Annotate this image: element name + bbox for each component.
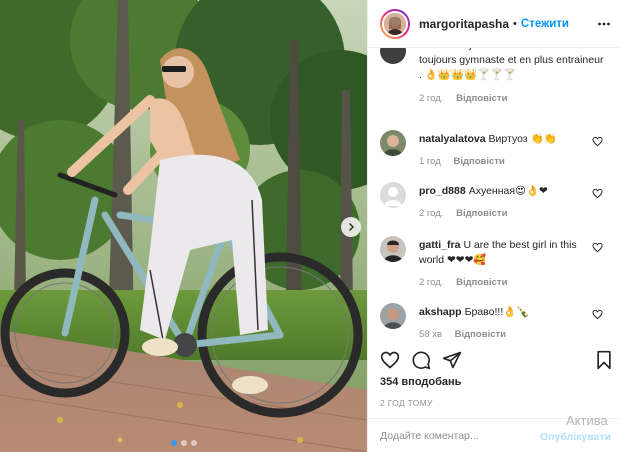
post-photo[interactable] [0,0,367,452]
caption-time: 2 год. [419,93,444,104]
heart-icon[interactable] [592,136,603,147]
avatar-image [380,303,406,329]
more-horizontal-icon[interactable] [597,17,611,31]
comment-username[interactable]: natalyalatova [419,133,486,145]
header-separator: • [513,17,517,30]
caption-meta: 2 год. Відповісти [419,91,609,106]
avatar[interactable] [380,130,406,156]
likes-count[interactable]: 354 вподобань [380,376,461,388]
comment-time: 1 год [419,156,441,167]
comment-time: 2 год. [419,277,444,288]
post-timestamp[interactable]: 2 ГОД ТОМУ [380,398,433,408]
carousel-next-button[interactable] [341,217,361,237]
reply-button[interactable]: Відповісти [453,156,504,167]
reply-button[interactable]: Відповісти [455,329,506,340]
post-sidebar: margoritapasha • Стежити avec vous j'ai … [367,0,620,452]
publish-button[interactable]: Опублікувати [540,431,611,443]
avatar-image [380,236,406,262]
comments-list[interactable]: avec vous j'ai une de mes filles est tou… [368,48,620,346]
comment-username[interactable]: akshapp [419,306,462,318]
comment-meta: 1 год Відповісти [419,154,591,169]
comment-text: Виртуоз 👏👏 [488,133,557,145]
carousel-dot [180,440,187,446]
carousel-dot [170,440,177,446]
heart-icon[interactable] [592,188,603,199]
comment-meta: 58 хв Відповісти [419,327,591,342]
follow-button[interactable]: Стежити [521,18,569,30]
share-direct-icon[interactable] [442,350,462,370]
comment-time: 2 год. [419,208,444,219]
comment-username[interactable]: gatti_fra [419,239,460,251]
action-bar [368,346,620,370]
avatar-image [384,12,406,35]
carousel-dots [0,440,367,446]
caption-text: avec vous j'ai une de mes filles est tou… [419,48,604,81]
post-image [0,0,367,452]
comment-meta: 2 год. Відповісти [419,206,591,221]
comment-bubble-icon[interactable] [411,350,431,370]
avatar[interactable] [380,8,410,39]
bookmark-icon[interactable] [594,350,614,370]
heart-icon[interactable] [592,309,603,320]
carousel-dot [190,440,197,446]
avatar[interactable] [380,236,406,262]
avatar[interactable] [380,182,406,208]
reply-button[interactable]: Відповісти [456,93,507,104]
comment-input[interactable] [380,430,530,442]
chevron-right-icon [349,223,354,231]
caption-avatar[interactable] [380,48,406,64]
username-link[interactable]: margoritapasha [419,17,509,31]
comment-text: Браво!!!👌🍾 [464,306,530,318]
add-comment-bar: Опублікувати [368,418,620,452]
comment-time: 58 хв [419,329,443,340]
comment-meta: 2 год. Відповісти [419,275,591,290]
like-heart-icon[interactable] [380,350,400,370]
reply-button[interactable]: Відповісти [456,208,507,219]
heart-icon[interactable] [592,242,603,253]
default-avatar-icon [380,182,406,208]
comment-username[interactable]: pro_d888 [419,185,466,197]
avatar[interactable] [380,303,406,329]
avatar-image [380,130,406,156]
comment-text: Ахуенная😍👌❤ [468,185,548,197]
reply-button[interactable]: Відповісти [456,277,507,288]
post-header: margoritapasha • Стежити [368,0,620,48]
